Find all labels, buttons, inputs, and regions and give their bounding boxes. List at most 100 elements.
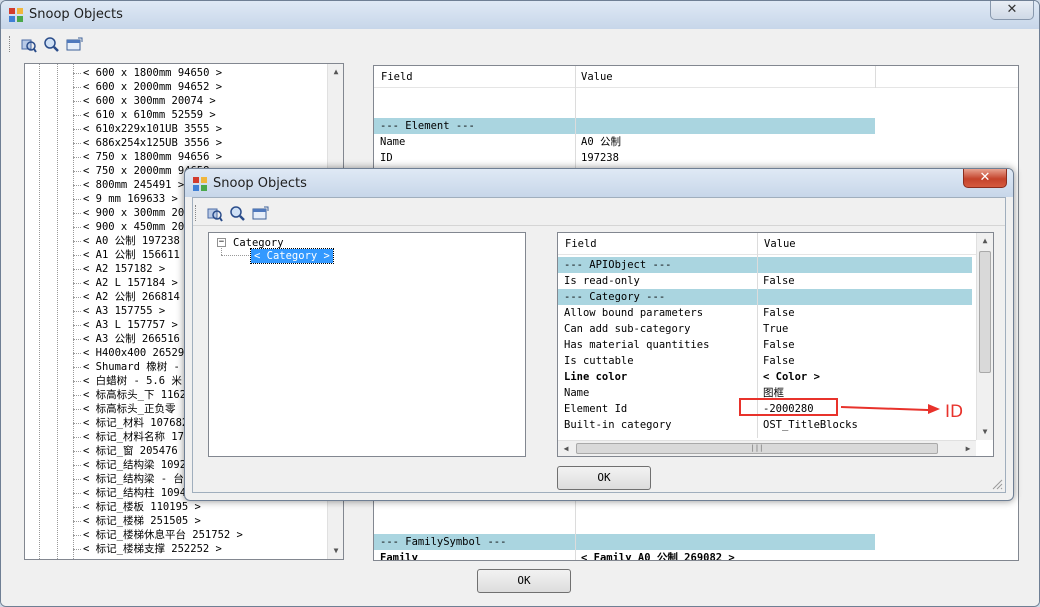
tree-node[interactable]: < 600 x 300mm 20074 > (83, 94, 216, 108)
tree-node[interactable]: < 标记_楼板 110195 > (83, 500, 201, 514)
tree-guide (73, 213, 81, 214)
tree-guide (73, 395, 81, 396)
grid-row[interactable]: Is read-only False (558, 273, 972, 289)
tree-guide (73, 283, 81, 284)
tree-guide (73, 535, 81, 536)
tree-node-category[interactable]: Category (233, 236, 284, 250)
tree-node[interactable]: < A3 公制 266516 > (83, 332, 193, 346)
grid-section-row[interactable]: --- APIObject --- (558, 257, 972, 273)
tree-node[interactable]: < 标记_结构梁 - 台阶 (83, 472, 194, 486)
close-button[interactable]: ✕ (990, 1, 1034, 20)
dialog-titlebar[interactable]: Snoop Objects ✕ (185, 169, 1013, 197)
grid-field-cell: ID (380, 152, 393, 164)
grid-value-cell: False (763, 355, 795, 367)
tree-node[interactable]: < 标记_楼梯 251505 > (83, 514, 201, 528)
tree-node[interactable]: < 标记_楼梯休息平台 251752 > (83, 528, 243, 542)
tree-guide (73, 101, 81, 102)
grid-row[interactable]: Built-in category OST_TitleBlocks (558, 417, 972, 433)
scroll-down-icon[interactable]: ▼ (328, 543, 343, 559)
tree-guide (73, 409, 81, 410)
grid-row[interactable]: Family < Family A0 公制 269082 > (374, 550, 875, 560)
grid-section-row[interactable]: --- Category --- (558, 289, 972, 305)
collapse-icon[interactable]: − (217, 238, 226, 247)
snoop-db-icon[interactable] (20, 36, 37, 53)
snoop-db-icon[interactable] (206, 205, 223, 222)
tree-node[interactable]: < 600 x 1800mm 94650 > (83, 66, 222, 80)
tree-node[interactable]: < 610x229x101UB 3555 > (83, 122, 222, 136)
tree-node[interactable]: < 标高标头_下 1162 (83, 388, 186, 402)
tree-guide (73, 297, 81, 298)
tree-node[interactable]: < 750 x 1800mm 94656 > (83, 150, 222, 164)
ok-button[interactable]: OK (477, 569, 571, 593)
tree-node[interactable]: < 标记_材料名称 17 (83, 430, 184, 444)
tree-node[interactable]: < 800mm 245491 > (83, 178, 184, 192)
tree-node[interactable]: < A2 公制 266814 > (83, 290, 193, 304)
tree-node[interactable]: < 686x254x125UB 3556 > (83, 136, 222, 150)
scroll-right-icon[interactable]: ▶ (960, 441, 976, 456)
grid-field-cell: Is cuttable (564, 355, 634, 367)
grid-row[interactable]: Name A0 公制 (374, 134, 875, 150)
tree-node[interactable]: < 标记_材料 107682 (83, 416, 188, 430)
tree-node[interactable]: < 标记_结构柱 1094 (83, 486, 186, 500)
scroll-down-icon[interactable]: ▼ (977, 424, 993, 440)
annotation-box (739, 398, 838, 416)
header-value: Value (764, 238, 796, 250)
dialog-grid-hscroll[interactable]: ◀ ||| ▶ (558, 440, 976, 456)
tree-guide (73, 269, 81, 270)
tree-node[interactable]: < A2 L 157184 > (83, 276, 178, 290)
tree-node-category-child[interactable]: < Category > (250, 248, 334, 264)
tree-node-label: Category (233, 237, 284, 249)
resize-grip-icon[interactable] (991, 478, 1003, 490)
copy-icon[interactable] (66, 36, 83, 53)
grid-field-cell: Built-in category (564, 419, 672, 431)
tree-node[interactable]: < A1 公制 156611 > (83, 248, 193, 262)
dialog-ok-button[interactable]: OK (557, 466, 651, 490)
scroll-thumb[interactable]: ||| (576, 443, 938, 454)
tree-node[interactable]: < 9 mm 169633 > (83, 192, 178, 206)
tree-node[interactable]: < Shumard 橡树 - 9. (83, 360, 199, 374)
grid-row[interactable]: Allow bound parameters False (558, 305, 972, 321)
grid-row[interactable]: Can add sub-category True (558, 321, 972, 337)
tree-node[interactable]: < 610 x 610mm 52559 > (83, 108, 216, 122)
grid-row[interactable]: Line color < Color > (558, 369, 972, 385)
tree-node[interactable]: < A2 157182 > (83, 262, 165, 276)
tree-node[interactable]: < 标记_结构梁 1092 (83, 458, 186, 472)
grid-value-cell: 197238 (581, 152, 619, 164)
grid-row[interactable]: ID 197238 (374, 150, 875, 166)
grid-value-cell: A0 公制 (581, 136, 621, 148)
grid-row[interactable]: Has material quantities False (558, 337, 972, 353)
scroll-up-icon[interactable]: ▲ (977, 233, 993, 249)
tree-node[interactable]: < 600 x 2000mm 94652 > (83, 80, 222, 94)
scroll-up-icon[interactable]: ▲ (328, 64, 343, 80)
grid-header: Field Value (558, 233, 993, 255)
dialog-grid-vscroll[interactable]: ▲ ▼ (976, 233, 993, 440)
dialog-object-tree[interactable]: − Category < Category > (208, 232, 526, 457)
tree-guide (39, 64, 40, 559)
copy-icon[interactable] (252, 205, 269, 222)
tree-node[interactable]: < 标记_楼梯支撑 252252 > (83, 542, 222, 556)
scroll-left-icon[interactable]: ◀ (558, 441, 574, 456)
search-icon[interactable] (229, 205, 246, 222)
window-title: Snoop Objects (29, 7, 123, 22)
dialog-close-button[interactable]: ✕ (963, 169, 1007, 188)
search-icon[interactable] (43, 36, 60, 53)
column-divider[interactable] (875, 66, 876, 88)
toolbar-grip[interactable] (9, 36, 12, 52)
grid-field-cell: Has material quantities (564, 339, 710, 351)
dialog-property-grid[interactable]: Field Value --- APIObject --- Is read-onl… (557, 232, 994, 457)
grid-section-row[interactable]: --- FamilySymbol --- (374, 534, 875, 550)
grid-row[interactable]: Is cuttable False (558, 353, 972, 369)
tree-node[interactable]: < A3 157755 > (83, 304, 165, 318)
main-toolbar (9, 33, 83, 55)
tree-guide (73, 115, 81, 116)
grid-value-cell: False (763, 307, 795, 319)
tree-node[interactable]: < 标高标头_正负零 (83, 402, 175, 416)
scroll-thumb[interactable] (979, 251, 991, 373)
main-titlebar[interactable]: Snoop Objects ✕ (1, 1, 1039, 29)
toolbar-grip[interactable] (195, 205, 198, 221)
tree-node[interactable]: < A0 公制 197238 > (83, 234, 193, 248)
tree-node[interactable]: < A3 L 157757 > (83, 318, 178, 332)
grid-section-row[interactable]: --- Element --- (374, 118, 875, 134)
tree-node[interactable]: < 白蜡树 - 5.6 米 (83, 374, 182, 388)
tree-node[interactable]: < 标记_窗 205476 > (83, 444, 190, 458)
